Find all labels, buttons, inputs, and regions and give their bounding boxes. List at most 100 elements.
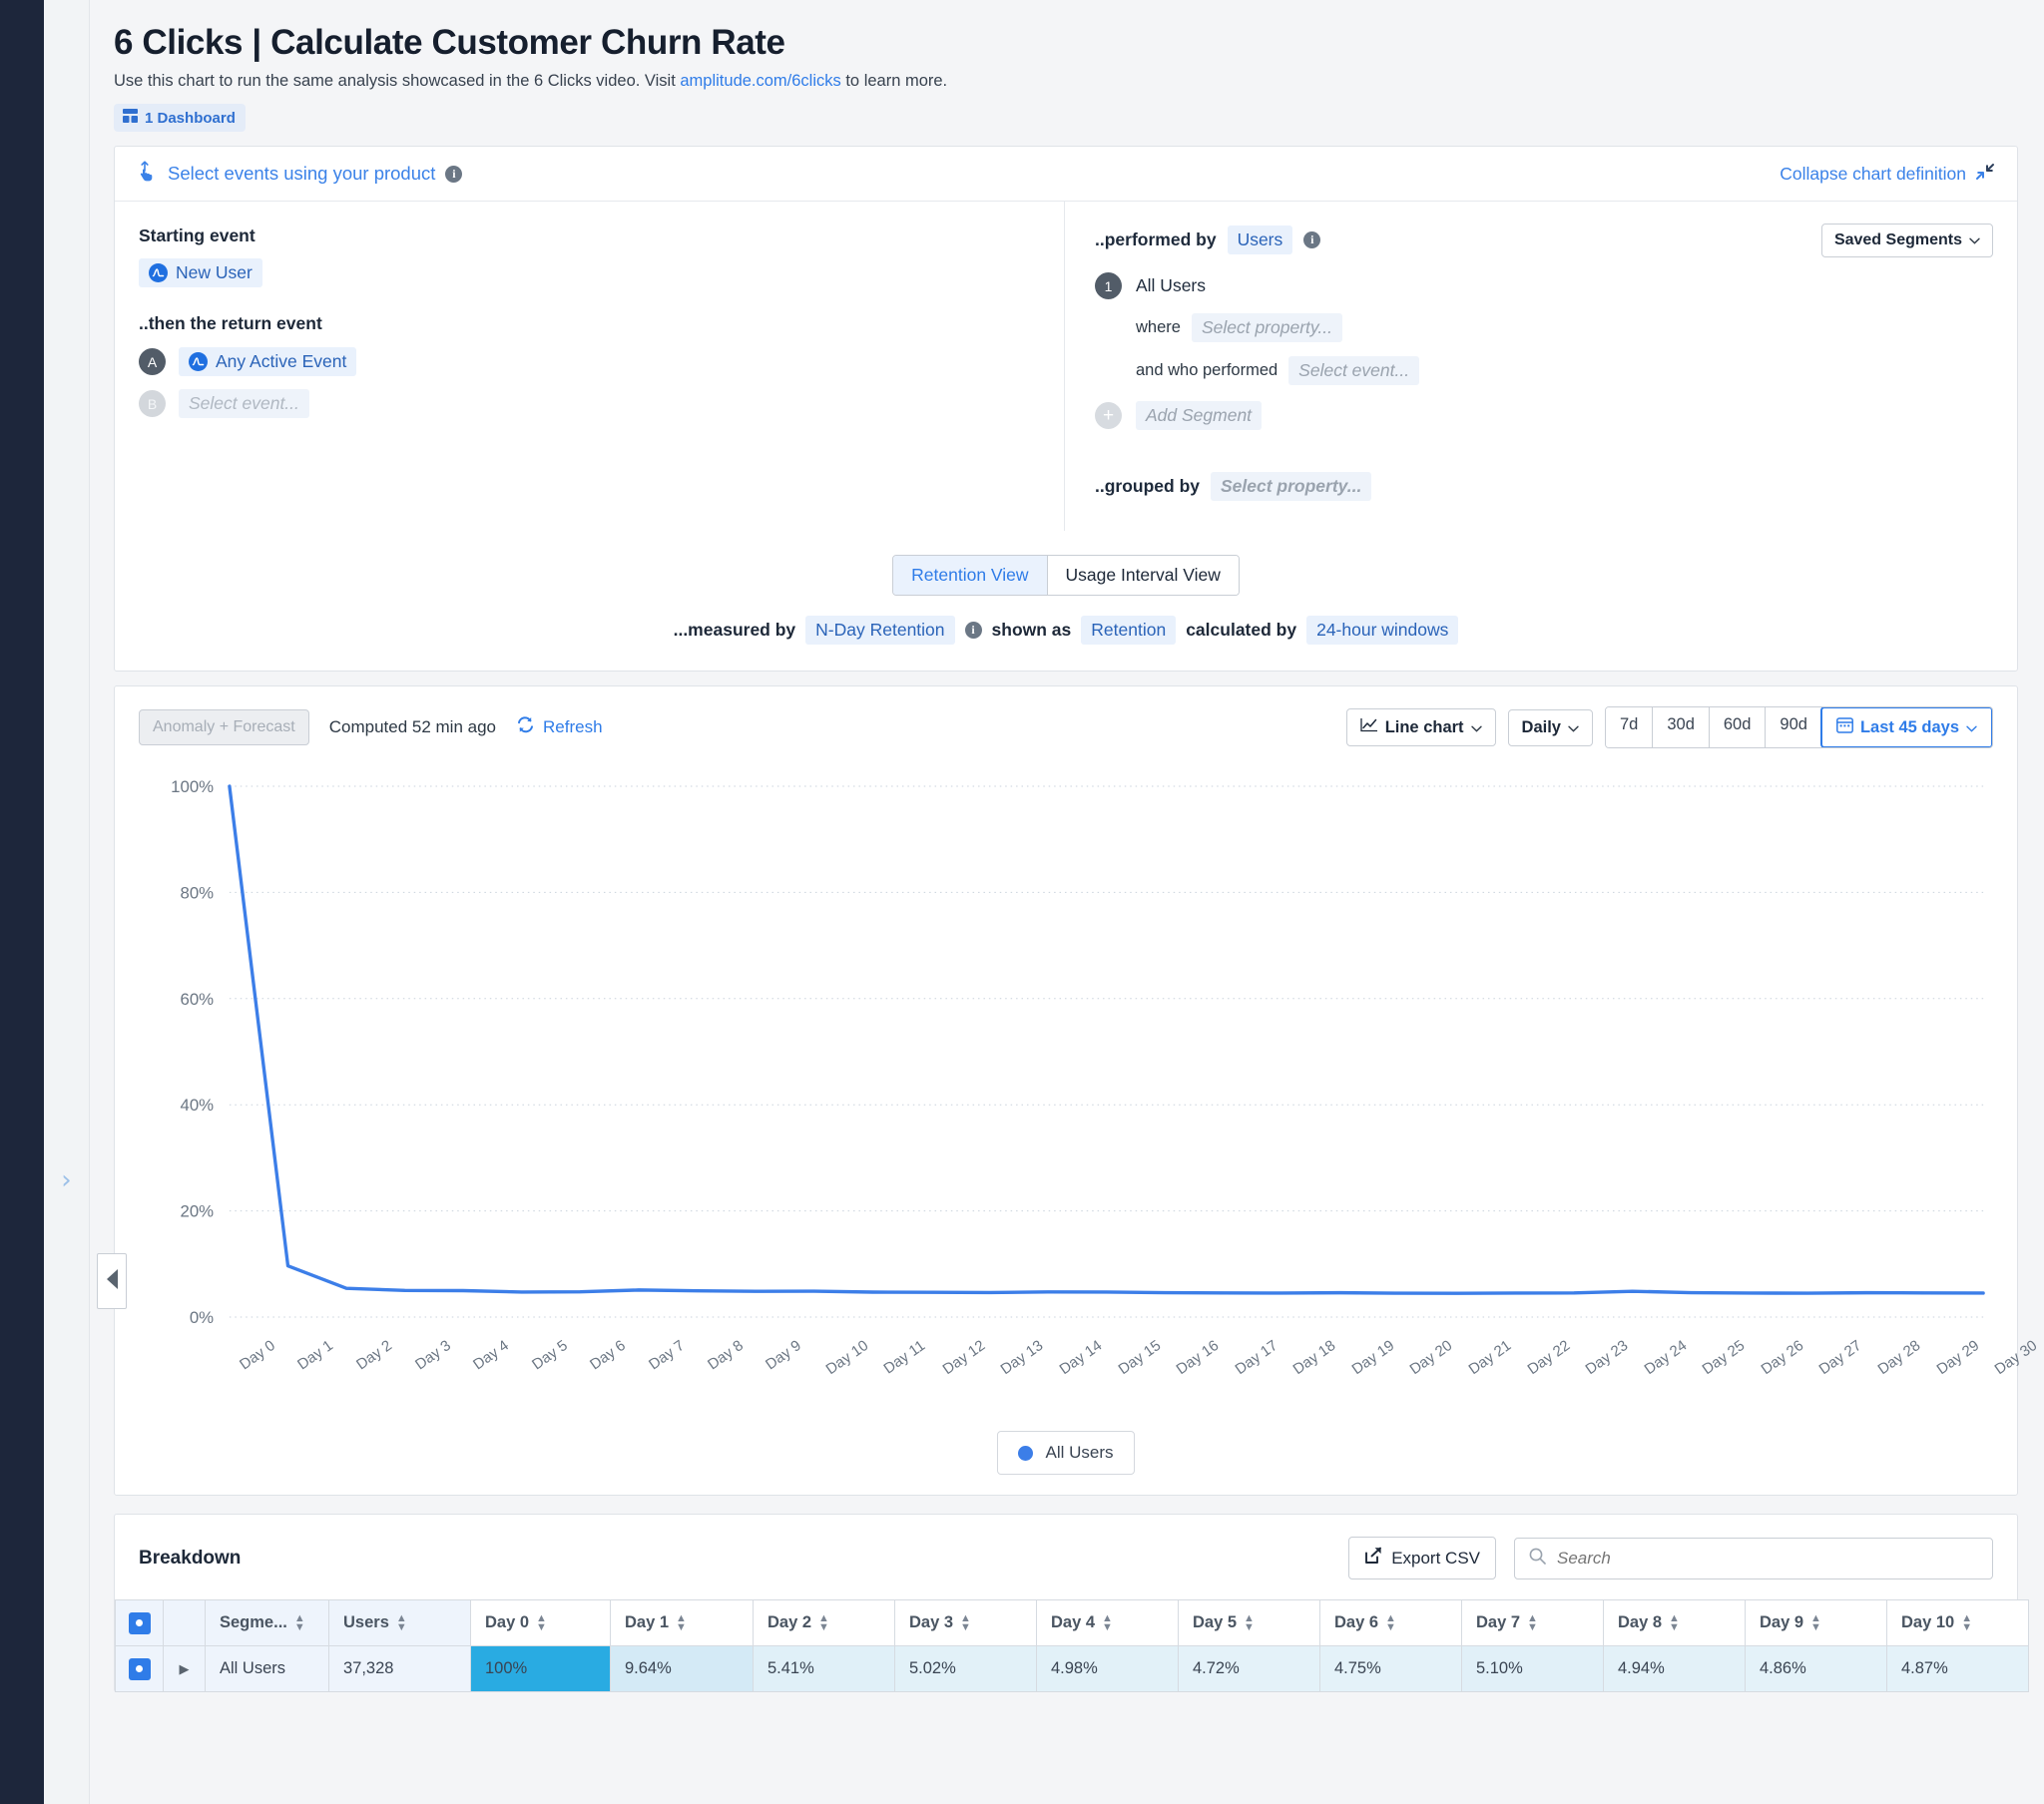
and-who-performed-label: and who performed bbox=[1136, 361, 1278, 380]
performed-by-label: ..performed by bbox=[1095, 229, 1217, 250]
x-tick-label: Day 19 bbox=[1348, 1337, 1398, 1379]
select-all-checkbox[interactable] bbox=[128, 1611, 151, 1634]
export-csv-button[interactable]: Export CSV bbox=[1348, 1537, 1496, 1580]
amplitude-6clicks-link[interactable]: amplitude.com/6clicks bbox=[680, 72, 840, 90]
header-users[interactable]: Users ▲ ▼ bbox=[328, 1599, 471, 1647]
search-input[interactable] bbox=[1557, 1548, 1978, 1569]
where-property-chip[interactable]: Select property... bbox=[1191, 313, 1342, 343]
range-90d[interactable]: 90d bbox=[1765, 707, 1821, 748]
header-day-0[interactable]: Day 0 ▲ ▼ bbox=[470, 1599, 611, 1647]
sort-icon[interactable]: ▲ ▼ bbox=[536, 1613, 547, 1633]
x-tick-label: Day 9 bbox=[763, 1337, 805, 1374]
collapse-label: Collapse chart definition bbox=[1780, 163, 1966, 184]
collapse-chart-definition-link[interactable]: Collapse chart definition bbox=[1780, 163, 1995, 186]
chevron-down-icon bbox=[1568, 718, 1579, 737]
select-events-info-icon[interactable]: i bbox=[445, 165, 463, 183]
row-expand-cell[interactable]: ▶ bbox=[163, 1645, 206, 1693]
measured-by-chip[interactable]: N-Day Retention bbox=[805, 616, 955, 646]
header-day-8[interactable]: Day 8 ▲ ▼ bbox=[1603, 1599, 1746, 1647]
sort-icon[interactable]: ▲ ▼ bbox=[1385, 1613, 1396, 1633]
calculated-by-chip[interactable]: 24-hour windows bbox=[1306, 616, 1459, 646]
dashboard-count-badge[interactable]: 1 Dashboard bbox=[114, 104, 246, 133]
row-day-8: 4.94% bbox=[1603, 1645, 1746, 1693]
header-day-3[interactable]: Day 3 ▲ ▼ bbox=[894, 1599, 1037, 1647]
search-box[interactable] bbox=[1514, 1537, 1993, 1579]
events-panel: Starting event New User ..then the retur… bbox=[115, 202, 1065, 532]
header-day-4[interactable]: Day 4 ▲ ▼ bbox=[1036, 1599, 1179, 1647]
tab-usage-interval-view[interactable]: Usage Interval View bbox=[1046, 556, 1239, 596]
sort-icon[interactable]: ▲ ▼ bbox=[396, 1613, 407, 1633]
return-event-row-a: A Any Active Event bbox=[139, 347, 1064, 377]
grouped-by-chip[interactable]: Select property... bbox=[1211, 472, 1372, 502]
sort-icon[interactable]: ▲ ▼ bbox=[1527, 1613, 1538, 1633]
shown-as-chip[interactable]: Retention bbox=[1081, 616, 1177, 646]
starting-event-chip[interactable]: New User bbox=[139, 258, 262, 288]
header-day-0-label: Day 0 bbox=[485, 1613, 530, 1632]
sort-icon[interactable]: ▲ ▼ bbox=[1102, 1613, 1113, 1633]
x-tick-label: Day 7 bbox=[646, 1337, 688, 1374]
anomaly-forecast-button[interactable]: Anomaly + Forecast bbox=[139, 709, 309, 746]
performed-by-info-icon[interactable]: i bbox=[1303, 231, 1321, 249]
performed-by-chip[interactable]: Users bbox=[1227, 226, 1293, 255]
segment-name[interactable]: All Users bbox=[1136, 275, 1206, 296]
saved-segments-button[interactable]: Saved Segments bbox=[1820, 224, 1993, 258]
and-who-performed-chip[interactable]: Select event... bbox=[1288, 356, 1420, 386]
return-event-a-text: Any Active Event bbox=[216, 351, 347, 372]
calendar-icon bbox=[1835, 716, 1853, 738]
select-events-label: Select events using your product bbox=[168, 163, 436, 185]
interval-selector[interactable]: Daily bbox=[1507, 708, 1593, 746]
chevron-right-icon[interactable]: › bbox=[61, 1167, 71, 1193]
measured-by-info-icon[interactable]: i bbox=[964, 622, 982, 640]
range-60d[interactable]: 60d bbox=[1708, 707, 1766, 748]
active-range-label: Last 45 days bbox=[1859, 717, 1959, 736]
chart-scroll-left-button[interactable] bbox=[97, 1253, 127, 1310]
sort-icon[interactable]: ▲ ▼ bbox=[1669, 1613, 1680, 1633]
header-day-10[interactable]: Day 10 ▲ ▼ bbox=[1886, 1599, 2029, 1647]
range-7d[interactable]: 7d bbox=[1605, 707, 1653, 748]
caret-right-icon[interactable]: ▶ bbox=[180, 1661, 190, 1676]
x-tick-label: Day 27 bbox=[1815, 1337, 1865, 1379]
breakdown-header: Breakdown Export CSV bbox=[115, 1515, 2017, 1599]
sort-icon[interactable]: ▲ ▼ bbox=[676, 1613, 687, 1633]
x-tick-label: Day 22 bbox=[1524, 1337, 1573, 1379]
and-who-performed-value: Select event... bbox=[1298, 360, 1410, 381]
chart-toolbar: Anomaly + Forecast Computed 52 min ago R… bbox=[115, 686, 2017, 749]
table-row[interactable]: ▶ All Users 37,328 100% 9.64% 5.41% 5.02… bbox=[115, 1645, 2029, 1693]
header-day-7[interactable]: Day 7 ▲ ▼ bbox=[1461, 1599, 1604, 1647]
sort-icon[interactable]: ▲ ▼ bbox=[960, 1613, 971, 1633]
return-event-row-b: B Select event... bbox=[139, 389, 1064, 419]
sort-icon[interactable]: ▲ ▼ bbox=[294, 1613, 305, 1633]
x-tick-label: Day 0 bbox=[237, 1337, 278, 1374]
tab-retention-view[interactable]: Retention View bbox=[893, 556, 1047, 596]
page-subtitle: Use this chart to run the same analysis … bbox=[114, 72, 2018, 91]
header-day-1[interactable]: Day 1 ▲ ▼ bbox=[610, 1599, 754, 1647]
add-segment-chip[interactable]: Add Segment bbox=[1136, 401, 1263, 431]
row-checkbox[interactable] bbox=[128, 1657, 151, 1680]
chart-type-selector[interactable]: Line chart bbox=[1345, 708, 1496, 747]
sort-icon[interactable]: ▲ ▼ bbox=[1244, 1613, 1255, 1633]
add-segment-row[interactable]: + Add Segment bbox=[1095, 401, 1993, 431]
chevron-down-icon bbox=[1969, 231, 1980, 249]
header-day-5[interactable]: Day 5 ▲ ▼ bbox=[1178, 1599, 1320, 1647]
row-day-3: 5.02% bbox=[894, 1645, 1037, 1693]
header-day-2[interactable]: Day 2 ▲ ▼ bbox=[753, 1599, 895, 1647]
row-day-4: 4.98% bbox=[1036, 1645, 1179, 1693]
select-events-link[interactable]: Select events using your product i bbox=[139, 161, 463, 187]
legend-item-all-users[interactable]: All Users bbox=[997, 1431, 1135, 1476]
return-event-chip-a[interactable]: Any Active Event bbox=[179, 347, 357, 377]
header-day-6[interactable]: Day 6 ▲ ▼ bbox=[1319, 1599, 1462, 1647]
refresh-button[interactable]: Refresh bbox=[516, 716, 603, 738]
x-tick-label: Day 10 bbox=[822, 1337, 871, 1379]
header-day-9[interactable]: Day 9 ▲ ▼ bbox=[1745, 1599, 1887, 1647]
sort-icon[interactable]: ▲ ▼ bbox=[1810, 1613, 1821, 1633]
plus-icon[interactable]: + bbox=[1095, 402, 1122, 430]
range-custom-last-45-days[interactable]: Last 45 days bbox=[1819, 707, 1992, 748]
range-30d[interactable]: 30d bbox=[1652, 707, 1709, 748]
sort-icon[interactable]: ▲ ▼ bbox=[818, 1613, 829, 1633]
return-event-chip-b[interactable]: Select event... bbox=[179, 389, 309, 419]
sort-icon[interactable]: ▲ ▼ bbox=[1961, 1613, 1972, 1633]
where-property-value: Select property... bbox=[1201, 317, 1332, 338]
header-segment[interactable]: Segme... ▲ ▼ bbox=[205, 1599, 329, 1647]
segment-row: 1 All Users bbox=[1095, 272, 1993, 300]
header-day-3-label: Day 3 bbox=[909, 1613, 954, 1632]
